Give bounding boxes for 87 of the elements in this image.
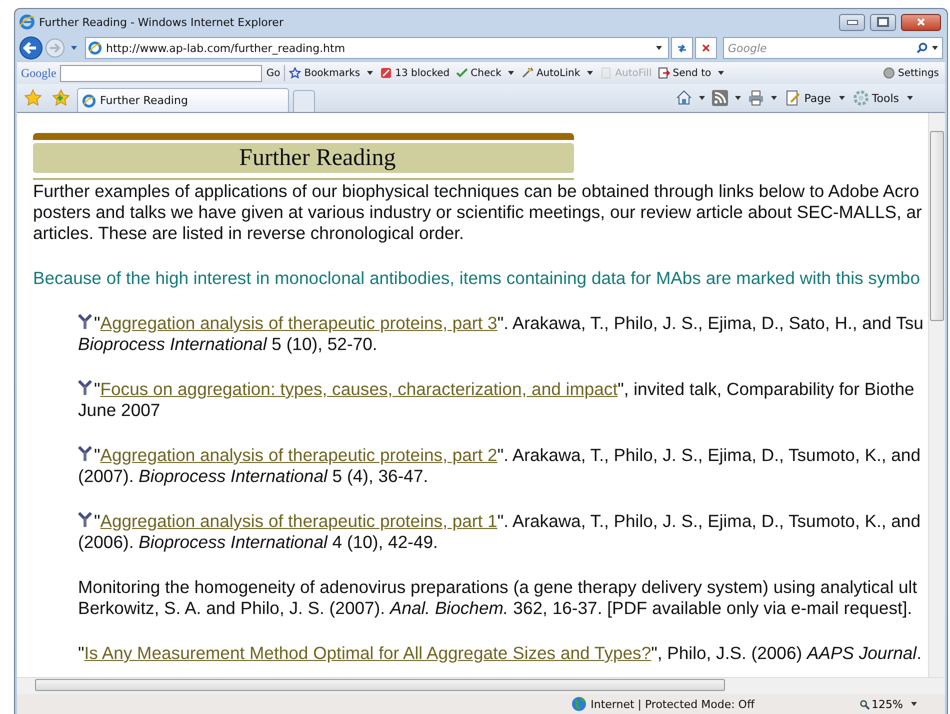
popup-blocker-icon xyxy=(380,67,392,79)
reference-link[interactable]: Aggregation analysis of therapeutic proteins, part 3 xyxy=(100,313,498,334)
feed-icon[interactable] xyxy=(711,89,730,107)
reference-text: " xyxy=(94,313,100,334)
stop-button[interactable] xyxy=(695,37,717,59)
reference-text: Bioprocess International 5 (10), 52-70. xyxy=(78,334,378,355)
reference-text: " xyxy=(78,643,84,664)
reference-link[interactable]: Aggregation analysis of therapeutic proteins, part 1 xyxy=(100,511,498,532)
toolbar-button[interactable]: 13 blocked xyxy=(378,67,452,79)
caret-icon[interactable] xyxy=(931,44,939,52)
reference-text: ", Philo, J.S. (2006) AAPS Journal. xyxy=(651,643,922,664)
security-zone-text: Internet | Protected Mode: Off xyxy=(590,698,755,710)
page-icon xyxy=(88,41,102,55)
toolbar-button[interactable]: Check xyxy=(454,67,504,79)
checkmark-icon xyxy=(456,67,468,79)
paragraph-line: posters and talks we have given at various industry or scientific meetings, our review article about SEC-MALLS, ar xyxy=(33,202,923,223)
caret-icon[interactable] xyxy=(910,700,918,708)
zoom-button[interactable]: 125% xyxy=(858,698,903,710)
printer-icon[interactable] xyxy=(747,89,766,107)
search-field[interactable]: Google xyxy=(724,42,916,54)
window-title: Further Reading - Windows Internet Explorer xyxy=(39,16,284,28)
settings-icon xyxy=(882,67,895,79)
caret-icon[interactable] xyxy=(366,69,374,77)
caret-icon[interactable] xyxy=(734,94,742,102)
refresh-icon xyxy=(676,42,688,54)
reference-link[interactable]: Aggregation analysis of therapeutic proteins, part 2 xyxy=(100,445,498,466)
browser-logo-icon xyxy=(19,14,35,30)
stop-icon xyxy=(701,43,711,53)
caret-icon[interactable] xyxy=(906,94,914,102)
reference-text: ". Arakawa, T., Philo, J. S., Ejima, D., Sato, H., and Tsu xyxy=(497,313,924,334)
close-icon xyxy=(916,17,926,27)
toolbar-button[interactable]: Send to xyxy=(656,67,714,79)
star-icon xyxy=(289,67,302,79)
caret-icon[interactable] xyxy=(586,69,594,77)
reference-link[interactable]: Focus on aggregation: types, causes, characterization, and impact xyxy=(100,379,618,400)
horizontal-scrollbar[interactable] xyxy=(17,677,945,694)
reference-text: " xyxy=(94,379,100,400)
reference-text: June 2007 xyxy=(78,400,162,421)
toolbar-button[interactable]: Bookmarks xyxy=(287,67,362,79)
settings-icon xyxy=(852,90,869,106)
reference-text: ", invited talk, Comparability for Biothe xyxy=(618,379,914,400)
caret-icon[interactable] xyxy=(698,94,706,102)
document-icon xyxy=(600,67,612,79)
page-edit-icon xyxy=(785,90,802,106)
notice-text: Because of the high interest in monoclonal antibodies, items containing data for MAbs are marked with this symbo xyxy=(33,268,921,289)
tools-menu-button[interactable]: Tools xyxy=(850,90,901,106)
globe-icon xyxy=(570,696,587,712)
home-icon[interactable] xyxy=(675,89,694,107)
refresh-button[interactable] xyxy=(671,37,693,59)
caret-icon[interactable] xyxy=(838,94,846,102)
tab[interactable]: Further Reading xyxy=(77,88,289,112)
page-icon xyxy=(82,94,96,108)
paragraph-line: Further examples of applications of our biophysical techniques can be obtained through links below to Adobe Acro xyxy=(33,181,920,202)
maximize-button[interactable] xyxy=(870,14,896,30)
reference-link[interactable]: Is Any Measurement Method Optimal for All Aggregate Sizes and Types? xyxy=(84,643,652,664)
page-heading: Further Reading xyxy=(33,143,574,173)
settings-button[interactable]: Settings xyxy=(880,67,941,79)
caret-icon[interactable] xyxy=(655,44,663,52)
favorites-star-icon[interactable] xyxy=(24,89,42,107)
reference-text: (2006). Bioprocess International 4 (10), 42-49. xyxy=(78,532,439,553)
magic-wand-icon xyxy=(521,67,534,79)
reference-text: " xyxy=(94,511,100,532)
back-button[interactable] xyxy=(19,36,43,60)
paragraph-line: articles. These are listed in reverse chronological order. xyxy=(33,223,465,244)
reference-text: ". Arakawa, T., Philo, J. S., Ejima, D., Tsumoto, K., and xyxy=(497,445,920,466)
vertical-scrollbar[interactable] xyxy=(928,113,945,677)
go-button[interactable]: Go xyxy=(264,68,282,78)
caret-icon[interactable] xyxy=(717,69,726,77)
reference-text: (2007). Bioprocess International 5 (4), 36-47. xyxy=(78,466,430,487)
close-button[interactable] xyxy=(901,14,941,30)
reference-text: Monitoring the homogeneity of adenovirus preparations (a gene therapy delivery system) using analytical ult xyxy=(78,577,918,598)
reference-text: " xyxy=(94,445,100,466)
page-menu-button[interactable]: Page xyxy=(783,90,833,106)
add-favorite-star-icon[interactable] xyxy=(52,89,70,107)
address-field[interactable]: http://www.ap-lab.com/further_reading.htm xyxy=(85,37,669,59)
caret-icon[interactable] xyxy=(507,69,516,77)
search-field[interactable] xyxy=(60,64,262,82)
search-box[interactable]: Google xyxy=(723,37,943,59)
reference-text: ". Arakawa, T., Philo, J. S., Ejima, D., Tsumoto, K., and xyxy=(497,511,920,532)
minimize-button[interactable] xyxy=(839,14,865,30)
magnifier-icon xyxy=(858,698,870,710)
caret-icon[interactable] xyxy=(770,94,778,102)
google-logo: Google xyxy=(21,66,56,80)
reference-text: Berkowitz, S. A. and Philo, J. S. (2007). Anal. Biochem. 362, 16-37. [PDF available only via e-mail request]. xyxy=(78,598,914,619)
send-icon xyxy=(658,67,670,79)
search-icon[interactable] xyxy=(916,42,928,54)
toolbar-button[interactable]: AutoLink xyxy=(519,67,582,79)
